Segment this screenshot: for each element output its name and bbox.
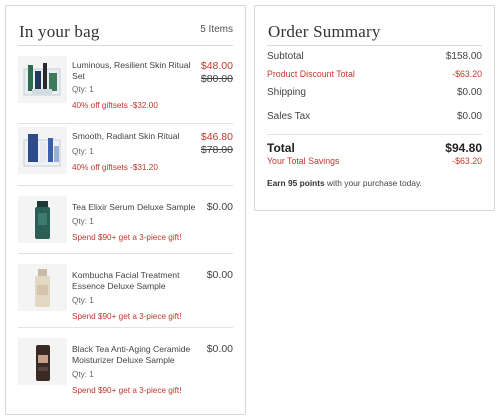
points-amount: Earn 95 points bbox=[267, 178, 325, 188]
shipping-row: Shipping $0.00 bbox=[267, 87, 482, 101]
item-name[interactable]: Tea Elixir Serum Deluxe Sample bbox=[72, 202, 196, 213]
summary-header: Order Summary bbox=[267, 20, 482, 46]
subtotal-value: $158.00 bbox=[445, 51, 482, 62]
item-name[interactable]: Luminous, Resilient Skin Ritual Set bbox=[72, 60, 196, 82]
shipping-value: $0.00 bbox=[456, 87, 482, 98]
divider bbox=[267, 134, 482, 135]
savings-value: -$63.20 bbox=[452, 156, 482, 166]
item-name[interactable]: Black Tea Anti-Aging Ceramide Moisturize… bbox=[72, 344, 196, 366]
savings-row: Your Total Savings -$63.20 bbox=[267, 156, 482, 170]
points-text: with your purchase today. bbox=[324, 178, 422, 188]
item-original-price: $78.00 bbox=[200, 144, 233, 156]
item-promo: Spend $90+ get a 3-piece gift! bbox=[72, 312, 182, 321]
moisturizer-jar-image[interactable] bbox=[18, 338, 67, 385]
item-qty: Qty: 1 bbox=[72, 370, 94, 379]
discount-row: Product Discount Total -$63.20 bbox=[267, 69, 482, 83]
serum-bottle-image[interactable] bbox=[18, 196, 67, 243]
divider bbox=[18, 253, 233, 254]
item-promo: 40% off giftsets -$31.20 bbox=[72, 163, 158, 172]
item-price: $0.00 bbox=[206, 201, 233, 213]
total-row: Total $94.80 bbox=[267, 141, 482, 157]
gift-set-image[interactable] bbox=[18, 56, 67, 103]
essence-bottle-image[interactable] bbox=[18, 264, 67, 311]
item-promo: Spend $90+ get a 3-piece gift! bbox=[72, 233, 182, 242]
bag-item[interactable]: Luminous, Resilient Skin Ritual Set Qty:… bbox=[18, 56, 233, 124]
item-price: $46.80 bbox=[200, 131, 233, 143]
discount-value: -$63.20 bbox=[452, 69, 482, 79]
item-qty: Qty: 1 bbox=[72, 296, 94, 305]
item-price: $0.00 bbox=[206, 343, 233, 355]
item-original-price: $80.00 bbox=[200, 73, 233, 85]
divider bbox=[18, 123, 233, 124]
points-message: Earn 95 points with your purchase today. bbox=[267, 178, 422, 188]
item-name[interactable]: Smooth, Radiant Skin Ritual bbox=[72, 131, 196, 142]
tax-row: Sales Tax $0.00 bbox=[267, 111, 482, 125]
subtotal-row: Subtotal $158.00 bbox=[267, 51, 482, 65]
discount-label: Product Discount Total bbox=[267, 69, 355, 79]
summary-title: Order Summary bbox=[268, 22, 381, 41]
subtotal-label: Subtotal bbox=[267, 51, 304, 62]
order-summary-panel: Order Summary Subtotal $158.00 Product D… bbox=[254, 5, 495, 211]
item-qty: Qty: 1 bbox=[72, 85, 94, 94]
item-promo: Spend $90+ get a 3-piece gift! bbox=[72, 386, 182, 395]
savings-label: Your Total Savings bbox=[267, 156, 340, 166]
divider bbox=[18, 185, 233, 186]
item-qty: Qty: 1 bbox=[72, 147, 94, 156]
item-count: 5 Items bbox=[200, 24, 233, 35]
item-name[interactable]: Kombucha Facial Treatment Essence Deluxe… bbox=[72, 270, 196, 292]
bag-item[interactable]: Black Tea Anti-Aging Ceramide Moisturize… bbox=[18, 338, 233, 406]
divider bbox=[18, 327, 233, 328]
total-label: Total bbox=[267, 141, 295, 155]
item-price: $48.00 bbox=[200, 60, 233, 72]
bag-title: In your bag bbox=[19, 22, 100, 41]
tax-label: Sales Tax bbox=[267, 111, 311, 122]
item-price: $0.00 bbox=[206, 269, 233, 281]
bag-header: In your bag 5 Items bbox=[18, 20, 233, 46]
gift-set-image[interactable] bbox=[18, 127, 67, 174]
bag-item[interactable]: Kombucha Facial Treatment Essence Deluxe… bbox=[18, 264, 233, 332]
shipping-label: Shipping bbox=[267, 87, 306, 98]
bag-panel: In your bag 5 Items Luminous, Resilient … bbox=[5, 5, 246, 415]
tax-value: $0.00 bbox=[456, 111, 482, 122]
item-promo: 40% off giftsets -$32.00 bbox=[72, 101, 158, 110]
item-qty: Qty: 1 bbox=[72, 217, 94, 226]
total-value: $94.80 bbox=[445, 141, 482, 155]
